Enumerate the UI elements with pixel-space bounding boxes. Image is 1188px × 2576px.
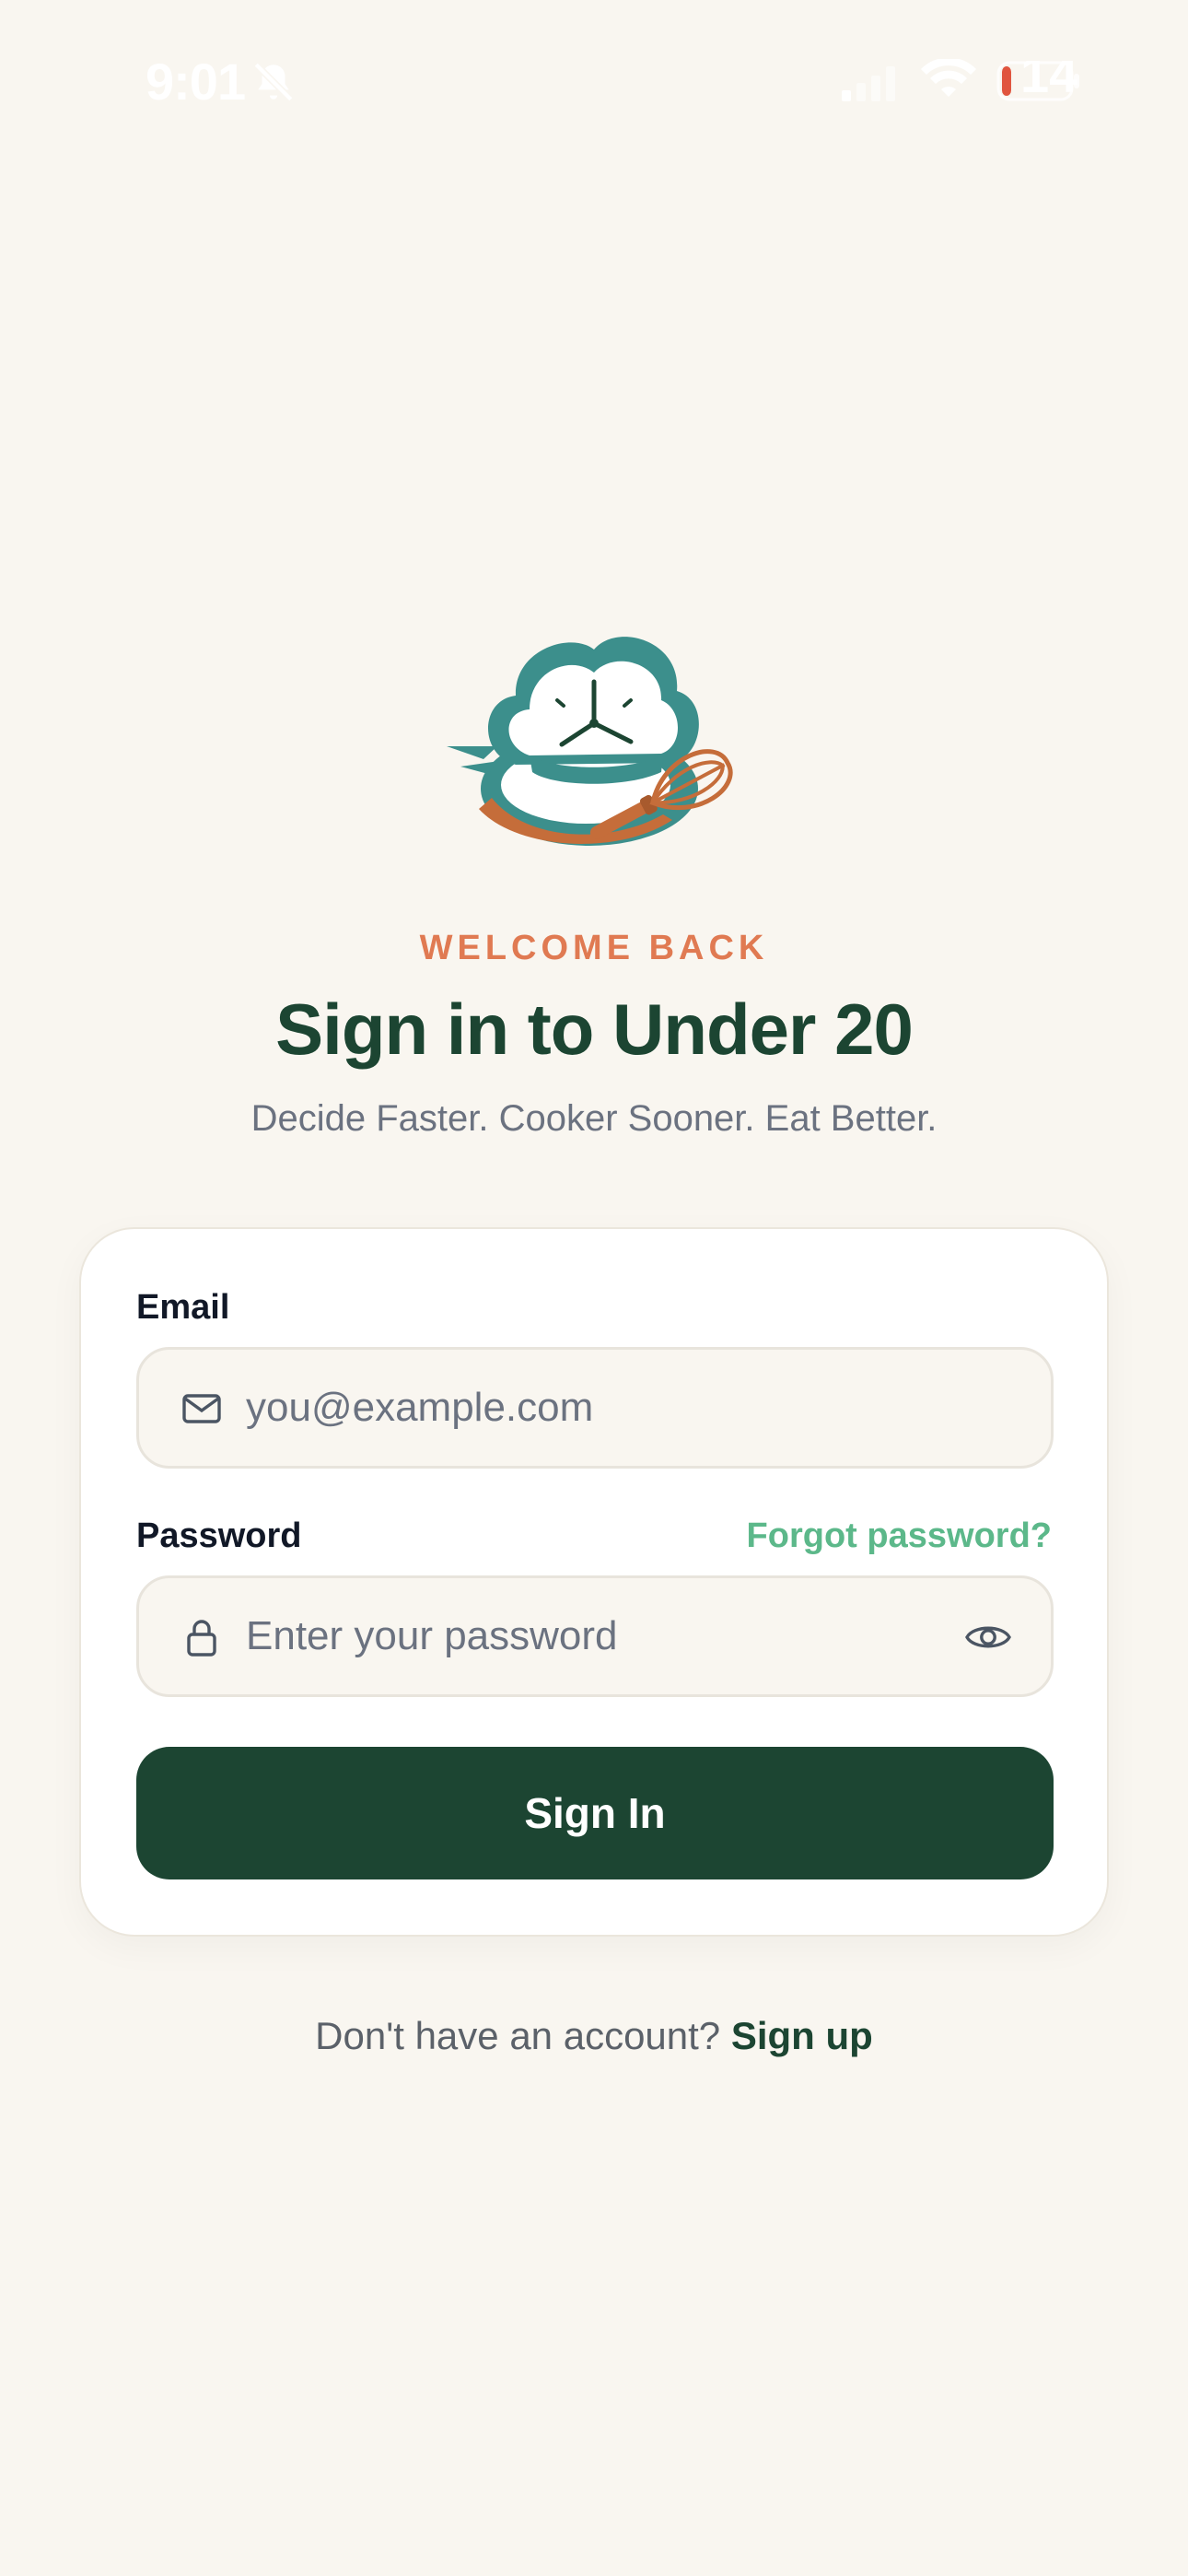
battery-charging-icon: 14 bbox=[996, 61, 1079, 101]
lock-icon bbox=[187, 1620, 216, 1657]
status-bar: 9:01 14 bbox=[0, 0, 1188, 157]
email-field-container[interactable] bbox=[136, 1347, 1054, 1469]
wifi-icon bbox=[921, 59, 976, 97]
battery-level: 14 bbox=[1020, 61, 1077, 101]
email-label: Email bbox=[136, 1288, 230, 1327]
mail-icon bbox=[182, 1394, 221, 1423]
sign-in-button[interactable]: Sign In bbox=[136, 1747, 1054, 1879]
welcome-eyebrow: WELCOME BACK bbox=[419, 929, 769, 967]
bell-slash-icon bbox=[253, 62, 294, 102]
password-field-container[interactable] bbox=[136, 1575, 1054, 1697]
status-time: 9:01 bbox=[146, 53, 246, 111]
sign-up-link[interactable]: Sign up bbox=[731, 2014, 873, 2057]
sign-in-card: Email Password Forgot password? Sign In bbox=[79, 1227, 1109, 1937]
sign-in-screen: 9:01 14 WELCOME BACK Sign in to Under 20… bbox=[0, 0, 1188, 2576]
signup-prompt-text: Don't have an account? bbox=[315, 2014, 721, 2057]
password-label: Password bbox=[136, 1516, 302, 1555]
signup-prompt: Don't have an account? Sign up bbox=[0, 2014, 1188, 2058]
page-title: Sign in to Under 20 bbox=[275, 989, 914, 1070]
chef-hat-clock-whisk-logo bbox=[447, 637, 733, 846]
password-input[interactable] bbox=[246, 1578, 983, 1694]
eye-icon[interactable] bbox=[964, 1615, 1012, 1659]
email-input[interactable] bbox=[246, 1350, 983, 1466]
forgot-password-link[interactable]: Forgot password? bbox=[747, 1516, 1052, 1556]
cellular-signal-icon bbox=[842, 66, 895, 101]
tagline: Decide Faster. Cooker Sooner. Eat Better… bbox=[250, 1098, 938, 1139]
